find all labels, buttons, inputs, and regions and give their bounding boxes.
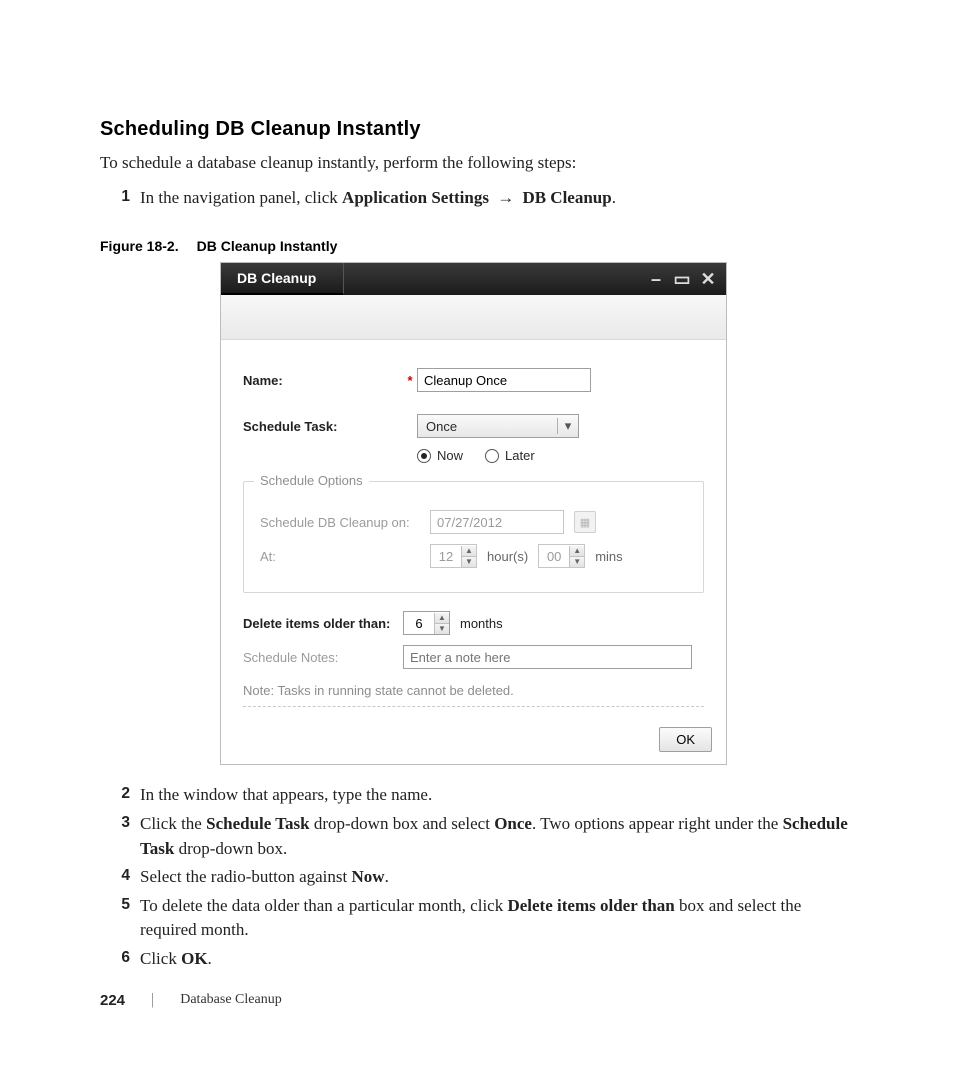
notes-input[interactable]: [403, 645, 692, 669]
figure-number: Figure 18-2.: [100, 238, 179, 254]
section-heading: Scheduling DB Cleanup Instantly: [100, 118, 860, 141]
term: Now: [352, 867, 385, 886]
step-text: In the window that appears, type the nam…: [140, 783, 432, 808]
intro-text: To schedule a database cleanup instantly…: [100, 151, 860, 176]
step-number: 3: [100, 812, 130, 832]
step-2: 2 In the window that appears, type the n…: [100, 783, 860, 808]
radio-dot-icon: [485, 449, 499, 463]
step-text: Click: [140, 949, 181, 968]
step-text: .: [208, 949, 212, 968]
figure-title: DB Cleanup Instantly: [197, 238, 338, 254]
term: OK: [181, 949, 207, 968]
label-name: Name:: [243, 373, 403, 388]
step-4: 4 Select the radio-button against Now.: [100, 865, 860, 890]
mins-spinner: ▲▼: [538, 544, 585, 568]
fieldset-legend: Schedule Options: [254, 473, 369, 488]
label-at: At:: [260, 549, 430, 564]
calendar-icon: ▦: [574, 511, 596, 533]
step-text: .: [612, 188, 616, 207]
radio-now[interactable]: Now: [417, 448, 463, 463]
step-1: 1 In the navigation panel, click Applica…: [100, 186, 860, 211]
radio-label: Now: [437, 448, 463, 463]
required-mark: *: [403, 373, 417, 388]
titlebar: DB Cleanup – ▭ ✕: [221, 263, 726, 295]
spinner-down-icon[interactable]: ▼: [435, 624, 449, 634]
step-3: 3 Click the Schedule Task drop-down box …: [100, 812, 860, 861]
step-number: 2: [100, 783, 130, 803]
step-text: drop-down box and select: [310, 814, 495, 833]
chevron-down-icon: ▾: [557, 418, 578, 434]
maximize-icon[interactable]: ▭: [674, 271, 690, 287]
radio-label: Later: [505, 448, 535, 463]
step-5: 5 To delete the data older than a partic…: [100, 894, 860, 943]
label-delete-older: Delete items older than:: [243, 616, 403, 631]
hours-value: [431, 545, 461, 567]
spinner-up-icon: ▲: [570, 546, 584, 557]
dialog-screenshot: DB Cleanup – ▭ ✕ Name: * Schedule Task:: [220, 262, 727, 765]
label-schedule-task: Schedule Task:: [243, 419, 403, 434]
section-name: Database Cleanup: [180, 992, 281, 1008]
arrow-icon: →: [493, 188, 518, 207]
step-number: 1: [100, 186, 130, 206]
term: Schedule Task: [206, 814, 309, 833]
term: Delete items older than: [507, 896, 674, 915]
figure-caption: Figure 18-2. DB Cleanup Instantly: [100, 238, 860, 254]
spinner-up-icon[interactable]: ▲: [435, 613, 449, 624]
term: Once: [494, 814, 532, 833]
spinner-down-icon: ▼: [570, 557, 584, 567]
step-text: Select the radio-button against: [140, 867, 352, 886]
hours-unit: hour(s): [487, 549, 528, 564]
page-footer: 224 | Database Cleanup: [100, 991, 282, 1009]
name-input[interactable]: [417, 368, 591, 392]
close-icon[interactable]: ✕: [700, 271, 716, 287]
step-text: To delete the data older than a particul…: [140, 896, 507, 915]
mins-value: [539, 545, 569, 567]
ok-button[interactable]: OK: [659, 727, 712, 752]
schedule-options-fieldset: Schedule Options Schedule DB Cleanup on:…: [243, 481, 704, 593]
page-number: 224: [100, 992, 125, 1009]
hours-spinner: ▲▼: [430, 544, 477, 568]
step-text: Click the: [140, 814, 206, 833]
step-6: 6 Click OK.: [100, 947, 860, 972]
step-number: 5: [100, 894, 130, 914]
divider: [243, 706, 704, 707]
nav-path-a: Application Settings: [342, 188, 489, 207]
step-text: In the navigation panel, click: [140, 188, 342, 207]
step-number: 4: [100, 865, 130, 885]
schedule-task-select[interactable]: Once ▾: [417, 414, 579, 438]
radio-dot-selected-icon: [417, 449, 431, 463]
footer-note: Note: Tasks in running state cannot be d…: [243, 683, 704, 698]
step-text: . Two options appear right under the: [532, 814, 783, 833]
select-value: Once: [418, 419, 557, 434]
spinner-down-icon: ▼: [462, 557, 476, 567]
label-cleanup-on: Schedule DB Cleanup on:: [260, 515, 430, 530]
dialog-header: [221, 295, 726, 340]
step-text: drop-down box.: [174, 839, 287, 858]
label-schedule-notes: Schedule Notes:: [243, 650, 403, 665]
radio-later[interactable]: Later: [485, 448, 535, 463]
mins-unit: mins: [595, 549, 622, 564]
months-unit: months: [460, 616, 503, 631]
nav-path-b: DB Cleanup: [522, 188, 611, 207]
cleanup-date-input: [430, 510, 564, 534]
months-value[interactable]: [404, 612, 434, 634]
spinner-up-icon: ▲: [462, 546, 476, 557]
timing-radio-group: Now Later: [417, 448, 535, 463]
months-spinner[interactable]: ▲▼: [403, 611, 450, 635]
divider: |: [151, 991, 154, 1009]
step-text: .: [385, 867, 389, 886]
step-number: 6: [100, 947, 130, 967]
minimize-icon[interactable]: –: [648, 271, 664, 287]
dialog-title: DB Cleanup: [221, 263, 344, 295]
